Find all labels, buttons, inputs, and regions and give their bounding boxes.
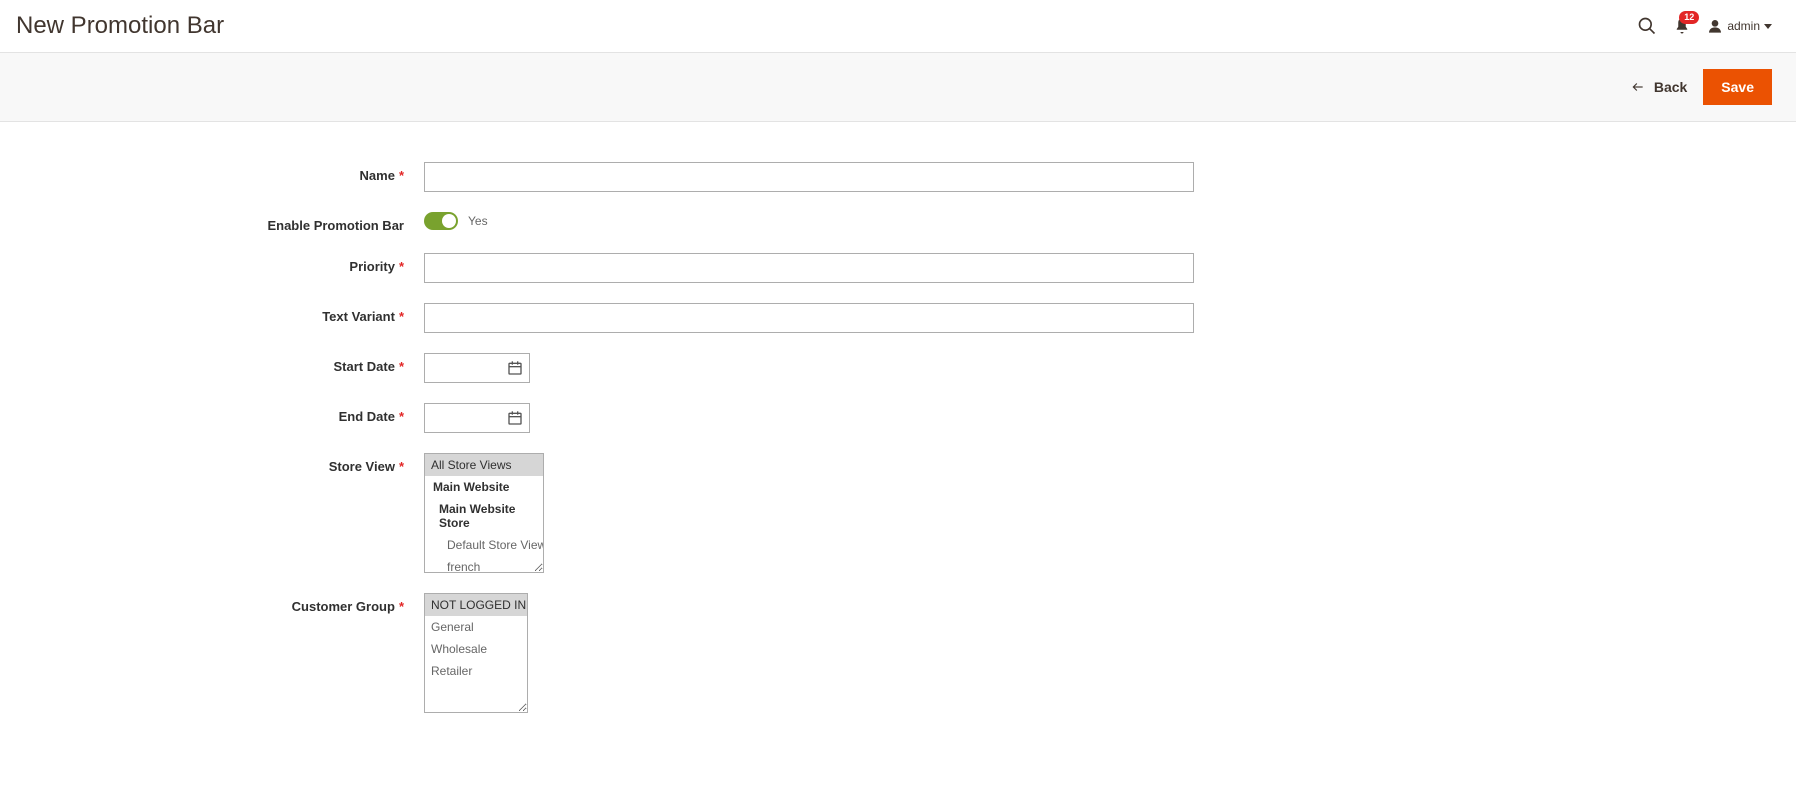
end-date-input[interactable] xyxy=(425,404,501,432)
field-customer-group: Customer Group* NOT LOGGED IN General Wh… xyxy=(24,593,1772,713)
start-date-input[interactable] xyxy=(425,354,501,382)
priority-input[interactable] xyxy=(424,253,1194,283)
save-button[interactable]: Save xyxy=(1703,69,1772,105)
customer-group-label: Customer Group* xyxy=(24,593,424,614)
store-view-option-all[interactable]: All Store Views xyxy=(425,454,543,476)
text-variant-label: Text Variant* xyxy=(24,303,424,324)
field-priority: Priority* xyxy=(24,253,1772,283)
page-header: New Promotion Bar 12 admin xyxy=(0,0,1796,52)
priority-label: Priority* xyxy=(24,253,424,274)
user-menu[interactable]: admin xyxy=(1707,18,1772,34)
field-text-variant: Text Variant* xyxy=(24,303,1772,333)
back-button[interactable]: Back xyxy=(1630,79,1687,95)
store-view-label: Store View* xyxy=(24,453,424,474)
name-label: Name* xyxy=(24,162,424,183)
customer-group-select[interactable]: NOT LOGGED IN General Wholesale Retailer xyxy=(424,593,528,713)
text-variant-input[interactable] xyxy=(424,303,1194,333)
name-input[interactable] xyxy=(424,162,1194,192)
search-button[interactable] xyxy=(1637,16,1657,36)
store-view-store: Main Website Store xyxy=(425,498,543,534)
form-content: Name* Enable Promotion Bar Yes Priority*… xyxy=(0,122,1796,773)
search-icon xyxy=(1637,16,1657,36)
field-store-view: Store View* All Store Views Main Website… xyxy=(24,453,1772,573)
toggle-knob xyxy=(442,214,456,228)
enable-value-label: Yes xyxy=(468,214,488,228)
customer-group-option[interactable]: NOT LOGGED IN xyxy=(425,594,527,616)
field-name: Name* xyxy=(24,162,1772,192)
chevron-down-icon xyxy=(1764,24,1772,29)
store-view-select[interactable]: All Store Views Main Website Main Websit… xyxy=(424,453,544,573)
page-title: New Promotion Bar xyxy=(16,12,1637,40)
field-start-date: Start Date* xyxy=(24,353,1772,383)
user-label: admin xyxy=(1727,19,1760,33)
customer-group-option[interactable]: General xyxy=(425,616,527,638)
start-date-label: Start Date* xyxy=(24,353,424,374)
back-label: Back xyxy=(1654,79,1687,95)
notifications-button[interactable]: 12 xyxy=(1673,17,1691,35)
enable-toggle[interactable] xyxy=(424,212,458,230)
start-date-picker-button[interactable] xyxy=(501,360,529,376)
store-view-website: Main Website xyxy=(425,476,543,498)
header-actions: 12 admin xyxy=(1637,16,1772,36)
end-date-picker-button[interactable] xyxy=(501,410,529,426)
notification-badge: 12 xyxy=(1679,11,1699,24)
end-date-label: End Date* xyxy=(24,403,424,424)
field-enable: Enable Promotion Bar Yes xyxy=(24,212,1772,233)
calendar-icon xyxy=(507,360,523,376)
store-view-option[interactable]: french xyxy=(425,556,543,573)
arrow-left-icon xyxy=(1630,80,1646,94)
user-icon xyxy=(1707,18,1723,34)
customer-group-option[interactable]: Retailer xyxy=(425,660,527,682)
field-end-date: End Date* xyxy=(24,403,1772,433)
store-view-option[interactable]: Default Store View xyxy=(425,534,543,556)
enable-label: Enable Promotion Bar xyxy=(24,212,424,233)
calendar-icon xyxy=(507,410,523,426)
action-bar: Back Save xyxy=(0,52,1796,122)
customer-group-option[interactable]: Wholesale xyxy=(425,638,527,660)
